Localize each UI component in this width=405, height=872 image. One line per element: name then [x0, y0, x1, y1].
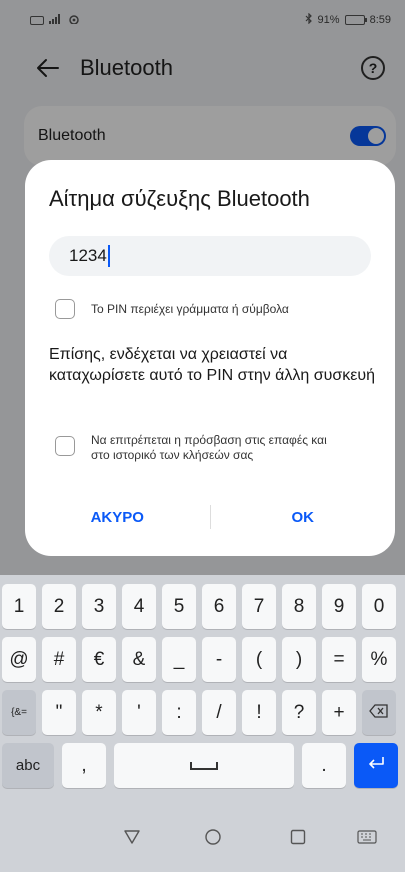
home-circle-icon[interactable] — [201, 825, 225, 849]
pin-input[interactable]: 1234 — [49, 236, 371, 276]
recents-square-icon[interactable] — [286, 825, 310, 849]
key-7[interactable]: 7 — [242, 584, 276, 629]
space-key[interactable] — [114, 743, 294, 788]
key-comma[interactable]: , — [62, 743, 106, 788]
pin-value: 1234 — [69, 246, 107, 265]
key-at[interactable]: @ — [2, 637, 36, 682]
key-4[interactable]: 4 — [122, 584, 156, 629]
key-period[interactable]: . — [302, 743, 346, 788]
pairing-info-text: Επίσης, ενδέχεται να χρειαστεί να καταχω… — [49, 346, 376, 384]
key-asterisk[interactable]: * — [82, 690, 116, 735]
key-equals[interactable]: = — [322, 637, 356, 682]
key-1[interactable]: 1 — [2, 584, 36, 629]
key-9[interactable]: 9 — [322, 584, 356, 629]
key-open-paren[interactable]: ( — [242, 637, 276, 682]
key-0[interactable]: 0 — [362, 584, 396, 629]
key-hyphen[interactable]: - — [202, 637, 236, 682]
dialog-title: Αίτημα σύζευξης Bluetooth — [49, 186, 310, 211]
pin-contains-letters-option[interactable]: Το PIN περιέχει γράμματα ή σύμβολα — [55, 299, 289, 319]
abc-key[interactable]: abc — [2, 743, 54, 788]
key-5[interactable]: 5 — [162, 584, 196, 629]
key-2[interactable]: 2 — [42, 584, 76, 629]
contacts-access-checkbox[interactable] — [55, 436, 75, 456]
key-exclamation[interactable]: ! — [242, 690, 276, 735]
pin-letters-label: Το PIN περιέχει γράμματα ή σύμβολα — [91, 302, 289, 316]
enter-key[interactable] — [354, 743, 398, 788]
text-caret — [107, 245, 110, 267]
ok-button[interactable]: OK — [211, 509, 396, 526]
key-close-paren[interactable]: ) — [282, 637, 316, 682]
key-question[interactable]: ? — [282, 690, 316, 735]
space-icon — [190, 761, 218, 770]
keyboard-row-symbols: @ # € & _ - ( ) = % — [0, 637, 405, 682]
key-slash[interactable]: / — [202, 690, 236, 735]
backspace-icon — [369, 702, 389, 724]
keyboard-row-punctuation: {&= " * ' : / ! ? + — [0, 690, 405, 735]
key-more-symbols[interactable]: {&= — [2, 690, 36, 735]
backspace-key[interactable] — [362, 690, 396, 735]
key-euro[interactable]: € — [82, 637, 116, 682]
keyboard-row-bottom: abc , . — [0, 743, 405, 788]
keyboard-row-digits: 1 2 3 4 5 6 7 8 9 0 — [0, 584, 405, 629]
key-apostrophe[interactable]: ' — [122, 690, 156, 735]
cancel-button[interactable]: ΑΚΥΡΟ — [25, 509, 210, 526]
key-ampersand[interactable]: & — [122, 637, 156, 682]
keyboard: 1 2 3 4 5 6 7 8 9 0 @ # € & _ - ( ) = % … — [0, 575, 405, 802]
contacts-access-label: Να επιτρέπεται η πρόσβαση στις επαφές κα… — [91, 433, 327, 462]
key-colon[interactable]: : — [162, 690, 196, 735]
system-navigation-bar — [0, 802, 405, 872]
key-3[interactable]: 3 — [82, 584, 116, 629]
contacts-access-option[interactable]: Να επιτρέπεται η πρόσβαση στις επαφές κα… — [55, 433, 341, 463]
key-double-quote[interactable]: " — [42, 690, 76, 735]
dialog-actions: ΑΚΥΡΟ OK — [25, 502, 395, 532]
pin-letters-checkbox[interactable] — [55, 299, 75, 319]
key-hash[interactable]: # — [42, 637, 76, 682]
enter-icon — [366, 755, 386, 777]
back-triangle-icon[interactable] — [120, 825, 144, 849]
key-6[interactable]: 6 — [202, 584, 236, 629]
key-percent[interactable]: % — [362, 637, 396, 682]
key-plus[interactable]: + — [322, 690, 356, 735]
pairing-dialog: Αίτημα σύζευξης Bluetooth 1234 Το PIN πε… — [25, 160, 395, 556]
key-underscore[interactable]: _ — [162, 637, 196, 682]
keyboard-hide-icon[interactable] — [355, 825, 379, 849]
key-8[interactable]: 8 — [282, 584, 316, 629]
